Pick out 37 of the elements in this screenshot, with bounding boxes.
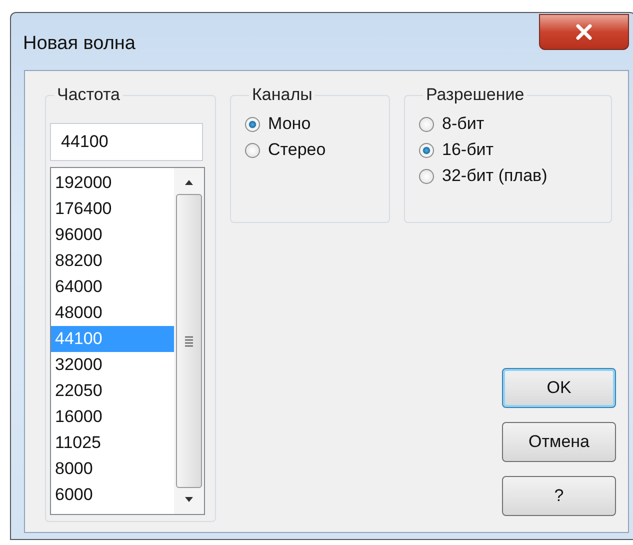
list-item[interactable]: 22050 xyxy=(51,378,174,404)
radio-button[interactable] xyxy=(245,116,260,132)
list-item[interactable]: 11025 xyxy=(51,430,174,456)
grip-icon xyxy=(184,335,194,347)
radio-label: Стерео xyxy=(268,140,326,160)
radio-button[interactable] xyxy=(419,168,434,184)
radio-label: Моно xyxy=(268,114,311,134)
list-item[interactable]: 48000 xyxy=(51,300,174,326)
radio-label: 32-бит (плав) xyxy=(442,166,548,186)
list-item[interactable]: 176400 xyxy=(51,196,174,222)
scroll-up-icon[interactable] xyxy=(183,178,195,186)
radio-button[interactable] xyxy=(245,142,260,158)
input-field[interactable]: 44100 xyxy=(50,123,203,161)
list-item[interactable]: 6000 xyxy=(51,482,174,508)
close-icon xyxy=(575,24,593,40)
list-item[interactable]: 64000 xyxy=(51,274,174,300)
dialog-button[interactable]: Отмена xyxy=(502,422,616,462)
scroll-thumb[interactable] xyxy=(176,194,202,488)
list-item[interactable]: 32000 xyxy=(51,352,174,378)
list-item[interactable]: 16000 xyxy=(51,404,174,430)
radio-label: 16-бит xyxy=(442,140,494,160)
list-item[interactable]: 8000 xyxy=(51,456,174,482)
radio-button[interactable] xyxy=(419,142,434,158)
radio-label: 8-бит xyxy=(442,114,484,134)
list-item[interactable]: 96000 xyxy=(51,222,174,248)
group-title: Частота xyxy=(56,85,122,105)
dialog-button[interactable]: OK xyxy=(502,368,616,408)
scrollbar[interactable] xyxy=(174,168,204,514)
group-title: Разрешение xyxy=(425,85,526,105)
dialog-button[interactable]: ? xyxy=(502,476,616,516)
group-title: Каналы xyxy=(251,85,314,105)
radio-button[interactable] xyxy=(419,116,434,132)
window-title: Новая волна xyxy=(23,33,136,55)
list-item[interactable]: 88200 xyxy=(51,248,174,274)
scroll-down-icon[interactable] xyxy=(183,496,195,504)
list-item[interactable]: 192000 xyxy=(51,170,174,196)
close-button[interactable] xyxy=(539,14,629,50)
